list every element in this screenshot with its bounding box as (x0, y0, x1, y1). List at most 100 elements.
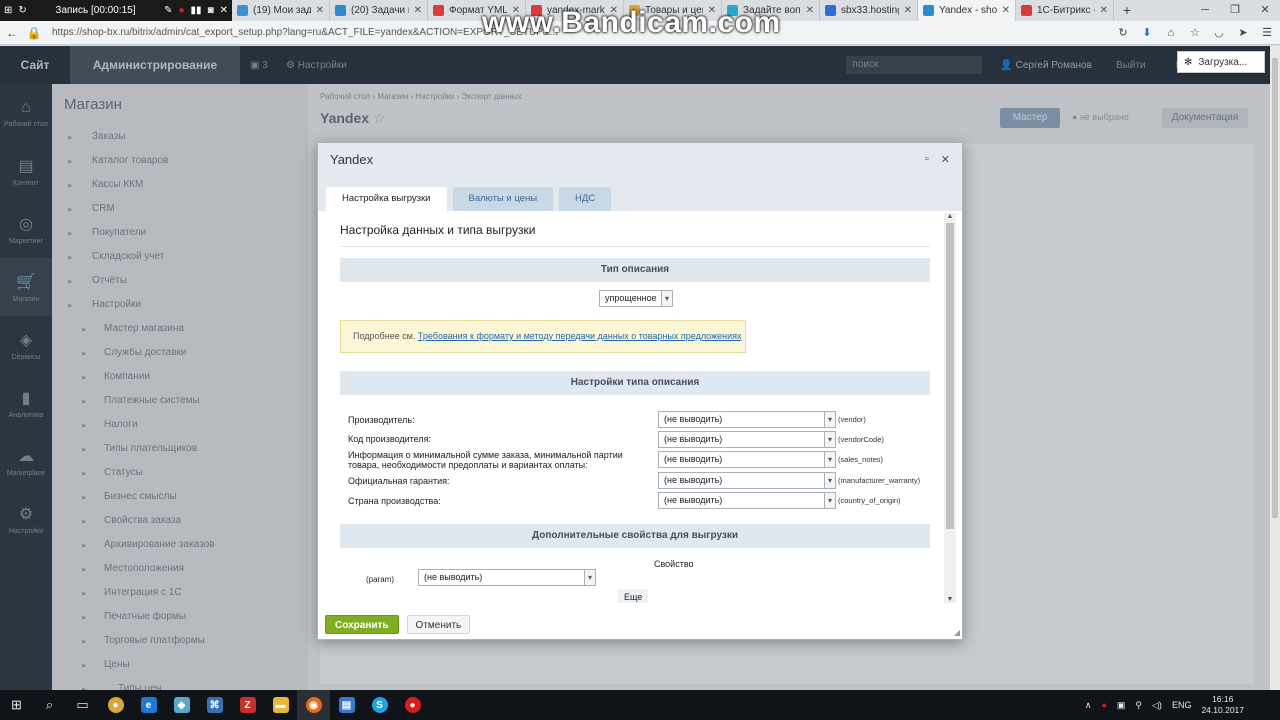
section-title: Настройка данных и типа выгрузки (340, 223, 536, 237)
favicon-icon (335, 5, 346, 16)
new-tab-button[interactable]: + (1114, 0, 1140, 21)
bookmark-icon[interactable]: ☆ (1186, 26, 1204, 39)
chevron-down-icon: ▾ (824, 452, 835, 467)
property-code: (vendorCode) (838, 435, 884, 444)
loading-popup: ✻ Загрузка... (1177, 51, 1265, 73)
tab-close-icon[interactable]: ✕ (1100, 5, 1108, 16)
tab-close-icon[interactable]: ✕ (904, 5, 912, 16)
reload-icon[interactable]: ↻ (1114, 26, 1132, 39)
dialog-header[interactable]: Yandex ▫ ✕ (318, 143, 962, 176)
pocket-icon[interactable]: ◡ (1210, 26, 1228, 39)
browser-menu-icon[interactable]: ☰ (1258, 26, 1276, 39)
favicon-icon (237, 5, 248, 16)
lock-icon: 🔒 (26, 25, 42, 40)
chrome-icon[interactable]: ● (99, 690, 132, 720)
skype-icon[interactable]: S (363, 690, 396, 720)
windows-start-icon[interactable]: ⊞ (0, 690, 33, 720)
property-column-header: Свойство (654, 559, 694, 569)
dialog-tab[interactable]: Валюты и цены (452, 187, 554, 211)
volume-icon[interactable]: ◁) (1152, 700, 1162, 711)
send-icon[interactable]: ➤ (1234, 26, 1252, 39)
network-app-icon[interactable]: ⌘ (198, 690, 231, 720)
scroll-up-icon[interactable]: ▲ (944, 213, 956, 220)
recorder-watermark: www.Bandicam.com (482, 6, 781, 39)
cancel-button[interactable]: Отменить (406, 614, 471, 634)
record-tray-icon[interactable]: ● (1101, 700, 1106, 710)
restore-icon[interactable]: ❐ (1220, 0, 1250, 21)
task-view-icon[interactable]: ▭ (66, 690, 99, 720)
dialog-footer: Сохранить Отменить (318, 609, 962, 639)
browser-tab[interactable]: (20) Задачи груп ✕ (330, 0, 428, 21)
explorer-icon[interactable]: ▬ (264, 690, 297, 720)
save-button[interactable]: Сохранить (325, 614, 399, 634)
param-select[interactable]: (не выводить) ▾ (418, 569, 596, 586)
system-tray: ∧ ● ▣ ⚲ ◁) ENG 16:16 24.10.2017 (1085, 694, 1280, 716)
close-icon[interactable]: ✕ (220, 5, 228, 16)
window-controls: ─ ❐ ✕ (1190, 0, 1280, 21)
document-icon[interactable]: ▤ (330, 690, 363, 720)
dialog-tab[interactable]: Настройка выгрузки (326, 187, 447, 211)
browser-tab-title: Yandex - shop-bx (939, 5, 997, 16)
refresh-icon[interactable]: ↻ (18, 5, 26, 16)
maximize-icon[interactable]: ▫ (925, 153, 929, 166)
chevron-down-icon: ▾ (824, 473, 835, 488)
format-requirements-link[interactable]: Требования к формату и методу передачи д… (418, 331, 742, 341)
property-label: Страна производства: (348, 496, 441, 506)
yandex-export-dialog: Yandex ▫ ✕ Настройка выгрузки Валюты и це… (317, 142, 963, 640)
more-button[interactable]: Еще (618, 589, 649, 603)
property-select[interactable]: (не выводить) ▾ (658, 492, 836, 509)
pencil-icon[interactable]: ✎ (164, 5, 172, 16)
chevron-down-icon: ▾ (824, 493, 835, 508)
tray-app-icon[interactable]: ▣ (1117, 700, 1126, 711)
description-type-select[interactable]: упрощенное ▾ (599, 290, 673, 307)
search-icon[interactable]: ⌕ (33, 690, 66, 720)
resize-handle-icon[interactable]: ◢ (954, 628, 960, 637)
property-code: (manufacturer_warranty) (838, 476, 921, 485)
keyboard-language[interactable]: ENG (1172, 700, 1192, 710)
grid-icon[interactable]: ⊞ (4, 5, 12, 16)
property-label: Код производителя: (348, 434, 431, 444)
firefox-icon[interactable]: ◉ (297, 690, 330, 720)
param-label: (param) (366, 575, 395, 584)
record-icon[interactable]: ● (179, 5, 185, 16)
property-select[interactable]: (не выводить) ▾ (658, 472, 836, 489)
home-icon[interactable]: ⌂ (1162, 27, 1180, 39)
scroll-down-icon[interactable]: ▼ (944, 596, 956, 603)
property-select[interactable]: (не выводить) ▾ (658, 451, 836, 468)
tab-close-icon[interactable]: ✕ (414, 5, 422, 16)
property-select[interactable]: (не выводить) ▾ (658, 411, 836, 428)
dialog-tab[interactable]: НДС (559, 187, 612, 211)
tray-expand-icon[interactable]: ∧ (1085, 700, 1092, 711)
dialog-scrollbar[interactable]: ▲ ▼ (944, 213, 956, 603)
tab-close-icon[interactable]: ✕ (1002, 5, 1010, 16)
tab-close-icon[interactable]: ✕ (316, 5, 324, 16)
browser-tab[interactable]: sbx33.hosting.reg ✕ (820, 0, 918, 21)
page-scrollbar[interactable] (1270, 46, 1280, 690)
dialog-tabs: Настройка выгрузки Валюты и цены НДС (318, 176, 962, 211)
browser-tab[interactable]: 1С-Битрикс - Мо ✕ (1016, 0, 1114, 21)
back-icon[interactable]: ← (4, 26, 20, 40)
download-icon[interactable]: ⬇ (1138, 26, 1156, 39)
property-code: (sales_notes) (838, 455, 884, 464)
browser-tab[interactable]: Yandex - shop-bx ✕ (918, 0, 1016, 21)
app-icon[interactable]: ◆ (165, 690, 198, 720)
browser-tab-title: sbx33.hosting.reg (841, 5, 899, 16)
property-label: Официальная гарантия: (348, 476, 450, 486)
windows-taskbar: ⊞ ⌕ ▭ ● e ◆ ⌘ Z ▬ ◉ ▤ S ● ∧ ● ▣ ⚲ ◁) ENG… (0, 690, 1280, 720)
pause-icon[interactable]: ▮▮ (191, 5, 202, 16)
camera-icon[interactable]: ◙ (208, 5, 214, 16)
close-window-icon[interactable]: ✕ (1250, 0, 1280, 21)
bandicam-icon[interactable]: ● (396, 690, 429, 720)
clock[interactable]: 16:16 24.10.2017 (1201, 694, 1244, 716)
description-type-header: Тип описания (340, 258, 930, 282)
tab-close-icon[interactable]: ✕ (806, 5, 814, 16)
filezilla-icon[interactable]: Z (231, 690, 264, 720)
chevron-down-icon: ▾ (824, 412, 835, 427)
browser-tab-title: (19) Мои задачи (253, 5, 311, 16)
network-icon[interactable]: ⚲ (1135, 700, 1142, 711)
edge-icon[interactable]: e (132, 690, 165, 720)
dialog-close-icon[interactable]: ✕ (941, 153, 950, 166)
property-select[interactable]: (не выводить) ▾ (658, 431, 836, 448)
minimize-icon[interactable]: ─ (1190, 0, 1220, 21)
browser-tab[interactable]: (19) Мои задачи ✕ (232, 0, 330, 21)
